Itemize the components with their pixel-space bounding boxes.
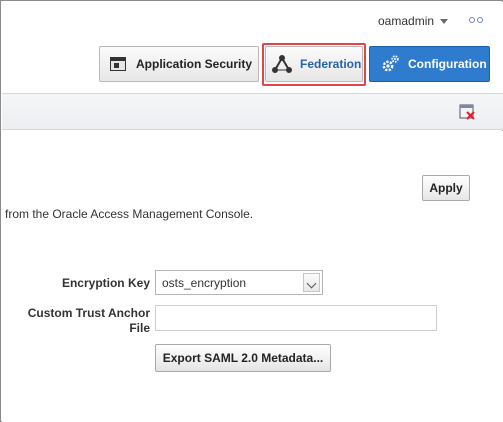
federation-button[interactable]: Federation bbox=[265, 46, 363, 82]
ellipsis-dot bbox=[469, 17, 475, 23]
federation-label: Federation bbox=[300, 57, 362, 71]
export-metadata-button[interactable]: Export SAML 2.0 Metadata... bbox=[155, 344, 331, 372]
trust-anchor-label-line2: File bbox=[129, 321, 150, 335]
trust-anchor-label-line1: Custom Trust Anchor bbox=[27, 306, 150, 320]
chevron-down-icon bbox=[440, 19, 449, 24]
main-content: Apply from the Oracle Access Management … bbox=[2, 131, 503, 422]
federation-icon bbox=[272, 55, 292, 73]
apply-button[interactable]: Apply bbox=[422, 175, 470, 201]
application-security-label: Application Security bbox=[136, 57, 253, 71]
ellipsis-dot bbox=[477, 17, 483, 23]
application-security-button[interactable]: Application Security bbox=[99, 46, 259, 82]
encryption-key-value: osts_encryption bbox=[162, 275, 247, 290]
window-frame: oamadmin Application Security Federation bbox=[0, 0, 503, 422]
trust-anchor-label: Custom Trust Anchor File bbox=[12, 306, 150, 336]
gears-icon bbox=[382, 55, 399, 72]
encryption-key-label: Encryption Key bbox=[61, 276, 150, 290]
username-label: oamadmin bbox=[378, 14, 435, 28]
user-menu[interactable]: oamadmin bbox=[378, 14, 449, 28]
info-text: from the Oracle Access Management Consol… bbox=[5, 207, 254, 221]
trust-anchor-file-input[interactable] bbox=[155, 305, 437, 331]
tab-toolbar bbox=[2, 93, 503, 130]
top-header: oamadmin Application Security Federation bbox=[2, 2, 503, 93]
encryption-key-select[interactable]: osts_encryption bbox=[155, 270, 323, 295]
ellipsis-icon[interactable] bbox=[469, 15, 491, 25]
close-tab-icon[interactable] bbox=[459, 104, 475, 120]
configuration-button[interactable]: Configuration bbox=[369, 46, 490, 82]
window-icon bbox=[110, 57, 126, 71]
chevron-down-icon[interactable] bbox=[303, 273, 320, 292]
configuration-label: Configuration bbox=[408, 57, 487, 71]
